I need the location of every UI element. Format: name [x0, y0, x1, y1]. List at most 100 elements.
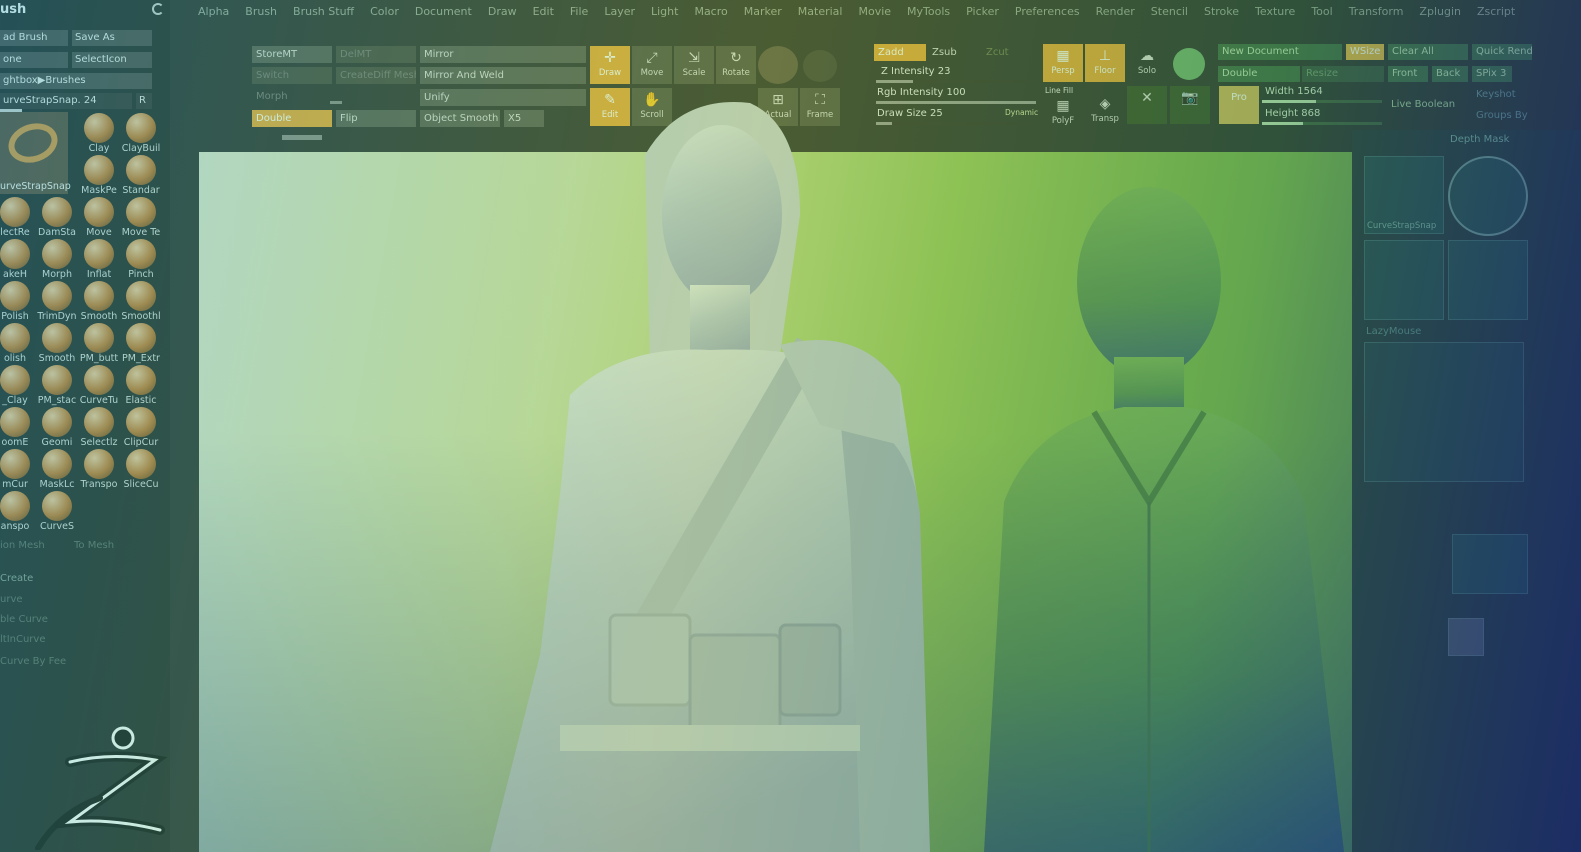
draw-button[interactable]: ✛ Draw [590, 46, 630, 84]
tool-thumbnail[interactable]: CurveStrapSnap [1364, 156, 1444, 234]
pro-button[interactable]: Pro [1219, 86, 1259, 124]
brush-7-2[interactable]: Selectlz [78, 406, 120, 448]
mirror-button[interactable]: Mirror [420, 46, 586, 63]
resize-button[interactable]: Resize [1302, 66, 1384, 82]
live-boolean-button[interactable]: Live Boolean [1391, 99, 1455, 110]
brush-1-0[interactable]: MaskPe [78, 154, 120, 196]
current-brush-thumbnail[interactable]: urveStrapSnap [0, 112, 71, 194]
del-mt-button[interactable]: DelMT [336, 46, 416, 63]
width-track[interactable] [1262, 100, 1382, 103]
brush-5-3[interactable]: PM_Extr [120, 322, 162, 364]
brush-9-0[interactable]: anspo [0, 490, 36, 532]
save-as-button[interactable]: Save As [72, 30, 152, 46]
brush-2-0[interactable]: lectRe [0, 196, 36, 238]
store-mt-button[interactable]: StoreMT [252, 46, 332, 63]
clear-all-button[interactable]: Clear All [1388, 44, 1468, 60]
move-button[interactable]: ⤢ Move [632, 46, 672, 84]
menu-render[interactable]: Render [1088, 5, 1143, 18]
menu-stroke[interactable]: Stroke [1196, 5, 1247, 18]
menu-zplugin[interactable]: Zplugin [1411, 5, 1469, 18]
height-slider[interactable]: Height 868 [1265, 108, 1320, 119]
menu-movie[interactable]: Movie [850, 5, 899, 18]
texture-yinyang-icon[interactable] [803, 50, 837, 82]
solo-button[interactable]: ☁ Solo [1127, 44, 1167, 82]
menu-transform[interactable]: Transform [1341, 5, 1412, 18]
back-button[interactable]: Back [1432, 66, 1468, 82]
brush-8-1[interactable]: MaskLc [36, 448, 78, 490]
brush-7-3[interactable]: ClipCur [120, 406, 162, 448]
subtool-list[interactable] [1364, 342, 1524, 482]
menu-color[interactable]: Color [362, 5, 407, 18]
brush-7-1[interactable]: Geomi [36, 406, 78, 448]
dynamic-toggle[interactable]: Dynamic [1005, 108, 1038, 117]
brush-3-3[interactable]: Pinch [120, 238, 162, 280]
menu-texture[interactable]: Texture [1247, 5, 1303, 18]
keyshot-button[interactable]: Keyshot [1476, 89, 1516, 100]
polyf-button[interactable]: ▦ PolyF [1043, 94, 1083, 126]
brush-8-0[interactable]: mCur [0, 448, 36, 490]
depth-mask-thumbnail[interactable] [1448, 156, 1528, 236]
brush-0-1[interactable]: ClayBuil [120, 112, 162, 154]
brush-3-1[interactable]: Morph [36, 238, 78, 280]
brush-9-1[interactable]: CurveS [36, 490, 78, 532]
wsize-button[interactable]: WSize [1346, 44, 1384, 60]
zcut-button[interactable]: Zcut [982, 44, 1022, 61]
brush-6-2[interactable]: CurveTu [78, 364, 120, 406]
brush-3-2[interactable]: Inflat [78, 238, 120, 280]
menu-macro[interactable]: Macro [686, 5, 735, 18]
ghost-button[interactable]: ✕ [1127, 86, 1167, 124]
menu-brush[interactable]: Brush [237, 5, 285, 18]
scale-button[interactable]: ⇲ Scale [674, 46, 714, 84]
z-intensity-slider[interactable]: Z Intensity 23 [881, 66, 950, 77]
brush-8-3[interactable]: SliceCu [120, 448, 162, 490]
clone-button[interactable]: one [0, 52, 68, 68]
menu-mytools[interactable]: MyTools [899, 5, 958, 18]
flip-button[interactable]: Flip [336, 110, 416, 127]
lightbox-brushes-button[interactable]: ghtbox▶Brushes [0, 73, 152, 89]
zadd-button[interactable]: Zadd [874, 44, 926, 61]
floor-button[interactable]: ⊥ Floor [1085, 44, 1125, 82]
brush-5-0[interactable]: olish [0, 322, 36, 364]
width-slider[interactable]: Width 1564 [1265, 86, 1323, 97]
brush-5-2[interactable]: PM_butt [78, 322, 120, 364]
brush-0-0[interactable]: Clay [78, 112, 120, 154]
brush-6-1[interactable]: PM_stac [36, 364, 78, 406]
snapshot-button[interactable]: 📷 [1170, 86, 1210, 124]
new-document-button[interactable]: New Document [1218, 44, 1342, 60]
refresh-icon[interactable] [152, 3, 164, 15]
menu-light[interactable]: Light [643, 5, 686, 18]
menu-material[interactable]: Material [790, 5, 851, 18]
double-doc-button[interactable]: Double [1218, 66, 1300, 82]
double-button[interactable]: Double [252, 110, 332, 127]
quick-render-button[interactable]: Quick Rend [1472, 44, 1532, 60]
create-diff-mesh-button[interactable]: CreateDiff Mesh [336, 67, 416, 84]
brush-4-3[interactable]: Smoothl [120, 280, 162, 322]
morph-slider-knob[interactable] [330, 101, 342, 104]
r-button[interactable]: R [136, 93, 152, 109]
menu-picker[interactable]: Picker [958, 5, 1007, 18]
front-button[interactable]: Front [1388, 66, 1428, 82]
brush-4-1[interactable]: TrimDyn [36, 280, 78, 322]
brush-2-1[interactable]: DamSta [36, 196, 78, 238]
brush-1-1[interactable]: Standar [120, 154, 162, 196]
brush-8-2[interactable]: Transpo [78, 448, 120, 490]
current-brush-slider[interactable]: urveStrapSnap. 24 [0, 93, 132, 109]
load-brush-button[interactable]: ad Brush [0, 30, 68, 46]
texture-thumbnail[interactable] [1448, 240, 1528, 320]
menu-document[interactable]: Document [407, 5, 480, 18]
menu-file[interactable]: File [562, 5, 596, 18]
xpose-sphere-icon[interactable] [1173, 48, 1205, 80]
groups-by-button[interactable]: Groups By [1476, 110, 1528, 121]
alpha-thumbnail[interactable] [1364, 240, 1444, 320]
brush-7-0[interactable]: oomE [0, 406, 36, 448]
menu-draw[interactable]: Draw [480, 5, 525, 18]
menu-alpha[interactable]: Alpha [190, 5, 237, 18]
menu-preferences[interactable]: Preferences [1007, 5, 1088, 18]
menu-marker[interactable]: Marker [736, 5, 790, 18]
spix-slider[interactable]: SPix 3 [1472, 66, 1512, 82]
zsub-button[interactable]: Zsub [928, 44, 980, 61]
material-sphere[interactable] [758, 46, 798, 84]
brush-2-3[interactable]: Move Te [120, 196, 162, 238]
transp-button[interactable]: ◈ Transp [1085, 92, 1125, 124]
menu-stencil[interactable]: Stencil [1143, 5, 1196, 18]
